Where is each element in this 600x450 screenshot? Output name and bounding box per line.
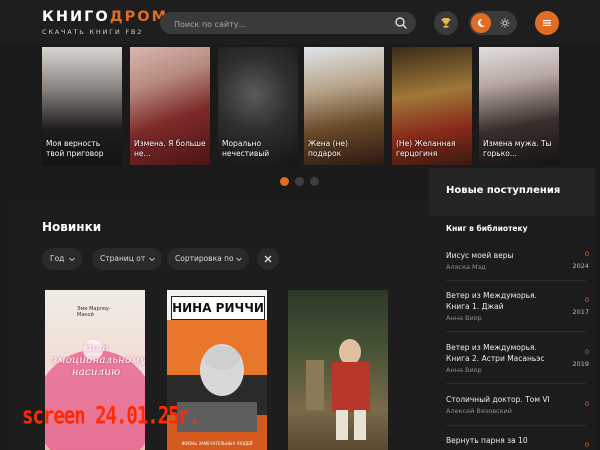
slide-caption: (Не) Желанная герцогиня — [396, 139, 456, 158]
new-arrivals-sidebar: Новые поступления Книг в библиотеку Иису… — [429, 168, 595, 450]
moon-icon — [477, 18, 485, 27]
chevron-down-icon — [236, 257, 242, 262]
divider — [446, 425, 586, 426]
sidebar-subtitle: Книг в библиотеку — [446, 224, 528, 233]
book-year: 2024 — [572, 262, 589, 270]
comment-count: 0 — [584, 441, 589, 449]
site-header: КНИГОДРОМ СКАЧАТЬ КНИГИ FB2 — [0, 0, 600, 44]
book-title[interactable]: Ветер из Междуморья. Книга 1. Джай — [446, 290, 561, 312]
list-item[interactable]: Вернуть парня за 10 0 — [446, 435, 589, 449]
carousel-dot-active[interactable] — [280, 177, 289, 186]
book-year: 2017 — [572, 308, 589, 316]
logo-text-part1: КНИГО — [42, 9, 110, 25]
carousel-slide[interactable]: Измена мужа. Ты горько... — [479, 47, 559, 165]
section-title: Новинки — [42, 220, 102, 234]
book-author[interactable]: Аляска Мэд — [446, 263, 586, 271]
list-item[interactable]: Ветер из Междуморья. Книга 1. Джай Анна … — [446, 290, 589, 322]
cover-author: Эми Марлоу-Макой — [77, 306, 111, 318]
book-title[interactable]: Ветер из Междуморья. Книга 2. Астри Маса… — [446, 342, 561, 364]
filter-label: Год — [50, 254, 65, 263]
slide-caption: Измена. Я больше не... — [134, 139, 206, 158]
search-bar — [160, 12, 416, 34]
slide-caption: Моя верность твой приговор — [46, 139, 104, 158]
light-mode-button[interactable] — [495, 13, 515, 33]
book-cover-image — [167, 320, 267, 450]
chevron-down-icon — [149, 257, 155, 262]
screenshot-date-stamp: screen 24.01.25г. — [22, 402, 200, 430]
sidebar-header: Новые поступления — [429, 168, 595, 216]
slide-caption: Жена (не) подарок — [308, 139, 348, 158]
comment-count: 0 — [584, 296, 589, 304]
theme-toggle[interactable] — [469, 11, 517, 35]
cover-title: Нет эмоциональному насилию — [51, 342, 145, 378]
trophy-icon — [441, 18, 451, 28]
sun-icon — [500, 18, 510, 28]
book-year: 2019 — [572, 360, 589, 368]
site-logo[interactable]: КНИГОДРОМ СКАЧАТЬ КНИГИ FB2 — [42, 8, 168, 36]
cover-title: НИНА РИЧЧИ — [171, 296, 265, 320]
slide-caption: Измена мужа. Ты горько... — [483, 139, 552, 158]
book-cover-image — [306, 339, 370, 440]
carousel-dot[interactable] — [310, 177, 319, 186]
list-item[interactable]: Иисус моей веры Аляска Мэд 0 2024 — [446, 250, 589, 271]
cover-series: ЖИЗНЬ ЗАМЕЧАТЕЛЬНЫХ ЛЮДЕЙ — [181, 441, 253, 446]
list-item[interactable]: Столичный доктор. Том VI Алексей Вязовск… — [446, 394, 589, 415]
carousel-slide[interactable]: Измена. Я больше не... — [130, 47, 210, 165]
carousel-dot[interactable] — [295, 177, 304, 186]
book-author[interactable]: Анна Виор — [446, 314, 586, 322]
filter-label: Страниц от — [100, 254, 146, 263]
divider — [446, 331, 586, 332]
hamburger-icon — [543, 20, 551, 26]
close-icon — [264, 255, 272, 263]
filter-sort-by[interactable]: Сортировка по — [167, 248, 249, 270]
logo-subtitle: СКАЧАТЬ КНИГИ FB2 — [42, 28, 144, 36]
book-title[interactable]: Иисус моей веры — [446, 250, 561, 261]
top-books-button[interactable] — [434, 11, 458, 35]
slide-caption: Морально нечестивый — [222, 139, 270, 158]
chevron-down-icon — [69, 257, 75, 262]
divider — [446, 280, 586, 281]
search-input[interactable] — [172, 15, 376, 33]
carousel-slide[interactable]: Моя верность твой приговор — [42, 47, 122, 165]
divider — [446, 383, 586, 384]
book-author[interactable]: Алексей Вязовский — [446, 407, 586, 415]
book-title[interactable]: Столичный доктор. Том VI — [446, 394, 561, 405]
book-title[interactable]: Вернуть парня за 10 — [446, 435, 561, 446]
comment-count: 0 — [584, 348, 589, 356]
dark-mode-button[interactable] — [471, 13, 491, 33]
book-author[interactable]: Анна Виор — [446, 366, 586, 374]
sidebar-title: Новые поступления — [446, 185, 561, 196]
filter-year[interactable]: Год — [42, 248, 82, 270]
search-icon[interactable] — [394, 16, 408, 30]
carousel-slide[interactable]: Морально нечестивый — [218, 47, 298, 165]
filter-pages-from[interactable]: Страниц от — [92, 248, 162, 270]
list-item[interactable]: Ветер из Междуморья. Книга 2. Астри Маса… — [446, 342, 589, 374]
comment-count: 0 — [584, 250, 589, 258]
filter-label: Сортировка по — [175, 254, 234, 263]
carousel-slide[interactable]: Жена (не) подарок — [304, 47, 384, 165]
menu-button[interactable] — [535, 11, 559, 35]
carousel-slide[interactable]: (Не) Желанная герцогиня — [392, 47, 472, 165]
book-card[interactable] — [288, 290, 388, 450]
clear-filters-button[interactable] — [257, 248, 279, 270]
comment-count: 0 — [584, 400, 589, 408]
